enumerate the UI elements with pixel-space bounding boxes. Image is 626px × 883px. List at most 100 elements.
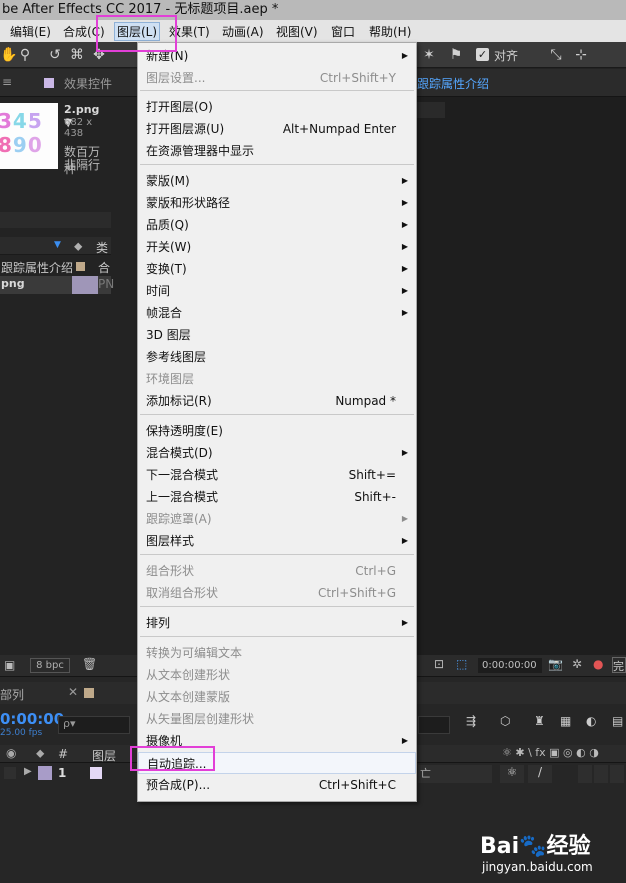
menu-item[interactable]: 开关(W) ▶: [138, 236, 416, 258]
menu-item-label: 从矢量图层创建形状: [146, 712, 255, 726]
project-row[interactable]: png PN: [0, 276, 114, 294]
menu-item[interactable]: 蒙版(M) ▶: [138, 170, 416, 192]
shy-switch[interactable]: ⚛: [500, 765, 524, 783]
menu-item[interactable]: 保持透明度(E): [138, 420, 416, 442]
layer-search-input[interactable]: ρ▾: [58, 716, 130, 734]
viewer-tab-strip: [415, 102, 445, 118]
menu-item[interactable]: 混合模式(D) ▶: [138, 442, 416, 464]
rotate-tool-icon[interactable]: ↺: [46, 46, 64, 64]
menu-item[interactable]: 时间 ▶: [138, 280, 416, 302]
comp-color-swatch: [84, 688, 94, 698]
pin-tool-icon[interactable]: ✶: [420, 46, 438, 64]
submenu-arrow-icon: ▶: [401, 176, 408, 185]
current-time-display[interactable]: 0:00:00: [0, 710, 64, 728]
file-field-order: 非隔行: [64, 158, 101, 172]
tab-render-queue[interactable]: 部列: [0, 686, 24, 703]
menu-item-shortcut: Shift+-: [354, 490, 396, 504]
submenu-arrow-icon: ▶: [401, 220, 408, 229]
menu-item[interactable]: 打开图层源(U) Alt+Numpad Enter: [138, 118, 416, 140]
menu-edit[interactable]: 编辑(E): [10, 23, 51, 40]
trash-icon[interactable]: 🗑: [82, 657, 97, 671]
menu-item-label: 帧混合: [146, 306, 183, 320]
project-row[interactable]: 跟踪属性介绍 合: [0, 257, 111, 277]
align-checkbox[interactable]: ✓: [476, 48, 489, 61]
menu-view[interactable]: 视图(V): [276, 23, 318, 40]
menu-window[interactable]: 窗口: [331, 23, 355, 40]
project-row-type: 合: [98, 261, 111, 275]
snap-options-icon[interactable]: ⊹: [572, 46, 590, 64]
menu-item: 环境图层: [138, 368, 416, 390]
menu-item[interactable]: 3D 图层: [138, 324, 416, 346]
menu-item: 取消组合形状 Ctrl+Shift+G: [138, 582, 416, 604]
composition-mini-flowchart-icon[interactable]: ⇶: [466, 714, 476, 728]
menu-item[interactable]: 下一混合模式 Shift+=: [138, 464, 416, 486]
show-snapshot-icon[interactable]: ✲: [572, 657, 582, 671]
menu-item[interactable]: 蒙版和形状路径 ▶: [138, 192, 416, 214]
project-search-bar[interactable]: [0, 212, 111, 228]
snap-icon[interactable]: ⤡: [547, 46, 565, 64]
frame-blending-icon[interactable]: ▦: [560, 714, 571, 728]
transparency-grid-icon[interactable]: ⬚: [456, 657, 467, 671]
close-tab-icon[interactable]: ✕: [68, 685, 78, 699]
menu-help[interactable]: 帮助(H): [369, 23, 411, 40]
menu-item[interactable]: 预合成(P)... Ctrl+Shift+C: [138, 774, 416, 796]
menu-animation[interactable]: 动画(A): [222, 23, 264, 40]
timeline-search-field[interactable]: [418, 716, 450, 734]
camera-tool-icon[interactable]: ⌘: [68, 46, 86, 64]
menu-bar: 编辑(E) 合成(C) 图层(L) 效果(T) 动画(A) 视图(V) 窗口 帮…: [0, 20, 626, 42]
window-title: be After Effects CC 2017 - 无标题项目.aep *: [0, 0, 626, 20]
tab-effects-controls[interactable]: 效果控件: [64, 75, 112, 92]
menu-item[interactable]: 添加标记(R) Numpad *: [138, 390, 416, 412]
menu-item[interactable]: 图层样式 ▶: [138, 530, 416, 552]
source-name-header[interactable]: 图层: [92, 747, 116, 764]
viewer-timecode[interactable]: 0:00:00:00: [478, 658, 542, 673]
menu-item-label: 转换为可编辑文本: [146, 646, 243, 660]
panel-menu-icon[interactable]: ≡: [2, 75, 12, 89]
bpc-button[interactable]: 8 bpc: [30, 658, 70, 673]
expand-arrow-icon[interactable]: ▶: [24, 766, 32, 777]
project-column-header: ▼ ⬥ 类: [0, 237, 111, 255]
switch-box[interactable]: [578, 765, 592, 783]
layer-menu-dropdown: 新建(N) ▶ 图层设置... Ctrl+Shift+Y 打开图层(O) 打开图层源(U)…: [137, 42, 417, 802]
menu-separator: [140, 164, 414, 165]
tab-composition-title[interactable]: 跟踪属性介绍: [417, 75, 489, 92]
menu-item[interactable]: 变换(T) ▶: [138, 258, 416, 280]
visibility-toggle[interactable]: [4, 767, 16, 779]
menu-item[interactable]: 新建(N) ▶: [138, 45, 416, 67]
puppet-tool-icon[interactable]: ⚑: [447, 46, 465, 64]
menu-item-shortcut: Ctrl+Shift+Y: [319, 71, 396, 85]
watermark-url: jingyan.baidu.com: [482, 860, 593, 874]
snapshot-camera-icon[interactable]: 📷: [548, 657, 563, 671]
project-flowchart-icon[interactable]: ▣: [4, 658, 15, 672]
resolution-dropdown[interactable]: 完: [612, 657, 626, 673]
switch-box[interactable]: [610, 765, 624, 783]
layer-label-swatch[interactable]: [38, 766, 52, 780]
shy-layers-icon[interactable]: ♜: [534, 714, 545, 728]
draft-3d-icon[interactable]: ⬡: [500, 714, 510, 728]
quality-switch[interactable]: /: [528, 765, 552, 783]
menu-item-label: 下一混合模式: [146, 468, 219, 482]
menu-separator: [140, 554, 414, 555]
menu-item[interactable]: 排列 ▶: [138, 612, 416, 634]
menu-item-label: 打开图层(O): [146, 100, 213, 114]
menu-item-shortcut: Numpad *: [335, 394, 396, 408]
switch-box[interactable]: [594, 765, 608, 783]
menu-item-label: 从文本创建形状: [146, 668, 231, 682]
color-channels-icon[interactable]: ●: [593, 657, 603, 671]
layer-thumbnail-icon: [90, 767, 102, 779]
menu-item[interactable]: 上一混合模式 Shift+-: [138, 486, 416, 508]
menu-item[interactable]: 品质(Q) ▶: [138, 214, 416, 236]
menu-item[interactable]: 参考线图层: [138, 346, 416, 368]
menu-item[interactable]: 帧混合 ▶: [138, 302, 416, 324]
menu-item[interactable]: 在资源管理器中显示: [138, 140, 416, 162]
zoom-tool-icon[interactable]: ⚲: [16, 46, 34, 64]
menu-item[interactable]: 打开图层(O): [138, 96, 416, 118]
parent-dropdown[interactable]: 亡: [418, 765, 492, 783]
type-column-header[interactable]: 类: [96, 239, 108, 256]
menu-item-label: 从文本创建蒙版: [146, 690, 231, 704]
sort-down-icon[interactable]: ▼: [54, 240, 61, 250]
graph-editor-icon[interactable]: ▤: [612, 714, 623, 728]
motion-blur-icon[interactable]: ◐: [586, 714, 596, 728]
region-icon[interactable]: ⊡: [434, 657, 444, 671]
project-panel: 345 890 2.png ▼ 682 x 438 数百万种 非隔行 ▼ ⬥ 类…: [0, 97, 114, 657]
